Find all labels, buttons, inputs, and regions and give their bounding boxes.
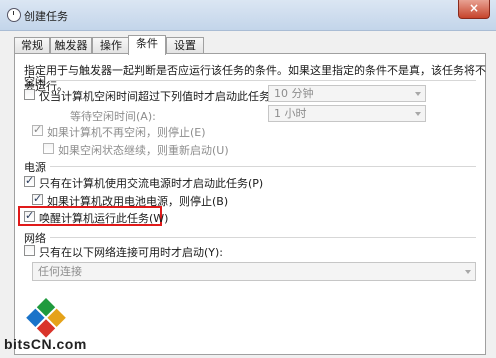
stop-on-battery-checkbox[interactable]	[32, 192, 43, 205]
chevron-down-icon	[465, 270, 471, 274]
network-connection-select[interactable]: 任何连接	[32, 262, 476, 281]
chevron-down-icon	[415, 112, 421, 116]
title-bar: 创建任务 ×	[0, 0, 496, 31]
wait-idle-select[interactable]: 1 小时	[268, 105, 426, 122]
wake-to-run-label: 唤醒计算机运行此任务(W)	[39, 212, 169, 225]
power-divider	[50, 166, 476, 167]
window-title: 创建任务	[24, 10, 68, 23]
idle-duration-select[interactable]: 10 分钟	[268, 85, 426, 102]
task-clock-icon	[7, 8, 21, 22]
idle-section-label: 空闲	[24, 75, 46, 88]
start-if-idle-label: 仅当计算机空闲时间超过下列值时才启动此任务(C):	[39, 90, 290, 103]
wake-to-run-checkbox[interactable]	[24, 209, 35, 222]
close-button[interactable]: ×	[458, 0, 490, 19]
power-section-label: 电源	[24, 161, 46, 174]
network-only-checkbox[interactable]	[24, 245, 35, 256]
start-if-idle-checkbox[interactable]	[24, 89, 35, 100]
tab-general[interactable]: 常规	[14, 37, 50, 54]
restart-if-idle-checkbox[interactable]	[43, 143, 54, 154]
idle-divider	[50, 80, 476, 81]
stop-if-not-idle-label: 如果计算机不再空闲，则停止(E)	[47, 126, 206, 139]
tab-settings[interactable]: 设置	[166, 37, 204, 54]
ac-only-label: 只有在计算机使用交流电源时才启动此任务(P)	[39, 177, 264, 190]
wait-idle-label: 等待空闲时间(A):	[70, 110, 156, 123]
wait-idle-value: 1 小时	[274, 107, 307, 120]
tab-triggers[interactable]: 触发器	[50, 37, 92, 54]
stop-if-not-idle-checkbox[interactable]	[32, 123, 43, 136]
network-only-label: 只有在以下网络连接可用时才启动(Y):	[39, 246, 224, 259]
idle-duration-value: 10 分钟	[274, 87, 314, 100]
network-connection-value: 任何连接	[38, 265, 82, 278]
chevron-down-icon	[415, 92, 421, 96]
ac-only-checkbox[interactable]	[24, 174, 35, 187]
tab-actions[interactable]: 操作	[92, 37, 130, 54]
watermark-text: bitsCN.com	[4, 336, 87, 352]
tab-conditions[interactable]: 条件	[128, 35, 166, 55]
restart-if-idle-label: 如果空闲状态继续，则重新启动(U)	[58, 144, 229, 157]
network-divider	[50, 237, 476, 238]
